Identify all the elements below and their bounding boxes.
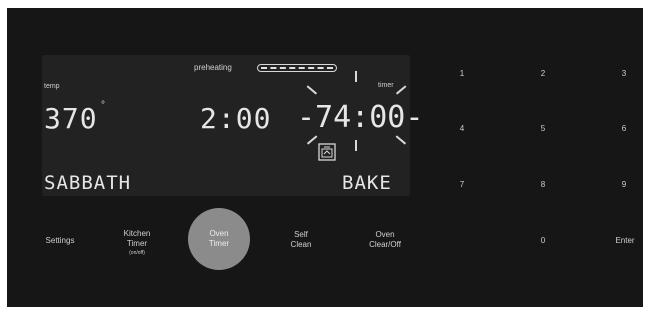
oven-timer-label: Oven Timer [194,229,244,249]
clock-readout: 2:00 [200,102,272,135]
kitchen-timer-sublabel: (on/off) [129,250,145,256]
temp-label: temp [44,83,60,90]
self-clean-label-line1: Self [294,230,308,239]
degree-mark: ° [101,100,105,111]
oven-clear-label-line2: Clear/Off [369,240,401,249]
keypad-0[interactable]: 0 [533,236,553,245]
timer-label: timer [378,82,394,89]
timer-readout: -74:00- [297,100,424,135]
preheat-progress-fill [261,67,333,71]
keypad-3[interactable]: 3 [614,69,634,78]
settings-button[interactable]: Settings [35,236,85,246]
keypad-1[interactable]: 1 [452,69,472,78]
oven-timer-label-line2: Timer [208,239,230,248]
keypad-5[interactable]: 5 [533,124,553,133]
preheating-label: preheating [194,63,232,72]
timer-flash-ray [355,71,357,82]
preheat-progress-bar [257,64,337,72]
oven-clear-off-button[interactable]: Oven Clear/Off [355,230,415,250]
timer-flash-ray [355,140,357,151]
self-clean-label-line2: Clean [290,240,312,249]
keypad-enter[interactable]: Enter [608,236,642,245]
keypad-9[interactable]: 9 [614,180,634,189]
self-clean-button[interactable]: Self Clean [276,230,326,250]
kitchen-timer-label-line1: Kitchen [123,229,151,238]
oven-lock-icon [318,143,336,161]
keypad-7[interactable]: 7 [452,180,472,189]
temp-readout: 370 [44,102,98,135]
mode-right-text: BAKE [342,172,392,194]
kitchen-timer-label-line2: Timer [126,239,148,248]
keypad-6[interactable]: 6 [614,124,634,133]
keypad-8[interactable]: 8 [533,180,553,189]
oven-clear-label-line1: Oven [375,230,395,239]
oven-timer-label-line1: Oven [209,229,229,238]
mode-left-text: SABBATH [44,172,132,194]
keypad-2[interactable]: 2 [533,69,553,78]
settings-label: Settings [45,236,75,245]
keypad-4[interactable]: 4 [452,124,472,133]
kitchen-timer-button[interactable]: Kitchen Timer (on/off) [112,229,162,257]
